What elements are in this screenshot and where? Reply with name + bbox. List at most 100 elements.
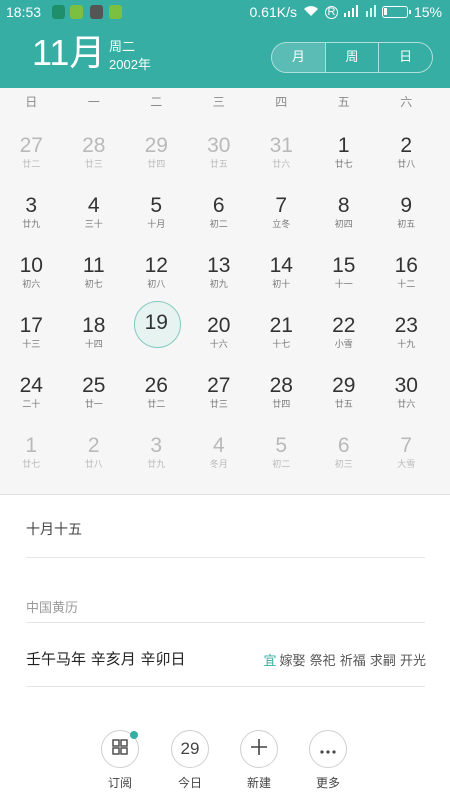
day-number: 7	[400, 434, 413, 457]
notification-icon	[109, 5, 122, 19]
battery-percent: 15%	[413, 4, 442, 20]
tab-week[interactable]: 周	[324, 43, 379, 72]
day-number: 1	[337, 134, 350, 157]
today-button[interactable]: 29 今日	[160, 730, 220, 791]
day-cell[interactable]: 6 初二	[188, 176, 251, 236]
lunar-day: 初四	[334, 220, 353, 230]
day-cell[interactable]: 25 廿一	[63, 356, 126, 416]
new-event-button[interactable]: 新建	[229, 730, 289, 791]
day-cell[interactable]: 1 廿七	[0, 416, 63, 476]
day-cell[interactable]: 6 初三	[313, 416, 376, 476]
day-cell[interactable]: 4 冬月	[188, 416, 251, 476]
day-cell[interactable]: 26 廿二	[125, 356, 188, 416]
day-cell[interactable]: 3 廿九	[125, 416, 188, 476]
weekday-header: 四	[275, 95, 288, 109]
subscribe-button[interactable]: 订阅	[90, 730, 150, 791]
lunar-day: 廿九	[147, 460, 166, 470]
notification-icon	[90, 5, 103, 19]
day-number: 2	[400, 134, 413, 157]
day-cell[interactable]: 16 十二	[375, 236, 438, 296]
lunar-day: 廿二	[147, 400, 166, 410]
day-cell[interactable]: 7 大雪	[375, 416, 438, 476]
lunar-day: 十二	[397, 280, 416, 290]
subscribe-circle	[101, 730, 139, 768]
day-cell[interactable]: 28 廿三	[63, 116, 126, 176]
day-cell[interactable]: 7 立冬	[250, 176, 313, 236]
weekday-header-row: 日 一 二 三 四 五 六	[0, 88, 450, 116]
day-cell[interactable]: 13 初九	[188, 236, 251, 296]
lunar-day: 初九	[209, 280, 228, 290]
status-time: 18:53	[6, 4, 42, 20]
day-cell[interactable]: 9 初五	[375, 176, 438, 236]
day-cell[interactable]: 3 廿九	[0, 176, 63, 236]
battery-icon	[381, 6, 411, 18]
divider	[26, 686, 425, 687]
day-cell[interactable]: 5 十月	[125, 176, 188, 236]
lunar-day: 初二	[272, 460, 291, 470]
lunar-day: 廿四	[147, 160, 166, 170]
almanac-yi[interactable]: 宜嫁娶 祭祀 祈福 求嗣 开光	[263, 650, 426, 669]
lunar-day: 十四	[84, 340, 103, 350]
day-cell[interactable]: 10 初六	[0, 236, 63, 296]
tab-day[interactable]: 日	[378, 43, 432, 72]
day-cell[interactable]: 17 十三	[0, 296, 63, 356]
lunar-day: 廿三	[209, 400, 228, 410]
day-cell[interactable]: 22 小雪	[313, 296, 376, 356]
current-month: 11月	[32, 32, 106, 73]
day-cell[interactable]: 21 十七	[250, 296, 313, 356]
weekday-header: 一	[87, 95, 100, 109]
day-cell[interactable]: 2 廿八	[375, 116, 438, 176]
tab-month[interactable]: 月	[272, 43, 325, 72]
day-cell[interactable]: 23 十九	[375, 296, 438, 356]
lunar-day: 十三	[22, 340, 41, 350]
day-cell[interactable]: 27 廿三	[188, 356, 251, 416]
notification-icon	[70, 5, 83, 19]
lunar-day: 初七	[84, 280, 103, 290]
day-cell[interactable]: 30 廿五	[188, 116, 251, 176]
grid-icon	[112, 739, 128, 759]
day-cell[interactable]: 5 初二	[250, 416, 313, 476]
month-grid: 日 一 二 三 四 五 六 27 廿二 28 廿三 29 廿四 30 廿五 31 廿六 1 廿七 2 廿八…	[0, 88, 450, 495]
day-cell[interactable]: 30 廿六	[375, 356, 438, 416]
day-cell[interactable]: 15 十一	[313, 236, 376, 296]
day-cell[interactable]: 28 廿四	[250, 356, 313, 416]
day-cell[interactable]: 2 廿八	[63, 416, 126, 476]
day-cell[interactable]: 1 廿七	[313, 116, 376, 176]
day-cell[interactable]: 31 廿六	[250, 116, 313, 176]
day-number: 22	[332, 314, 356, 337]
weekday-header: 日	[25, 95, 38, 109]
weeks-container: 27 廿二 28 廿三 29 廿四 30 廿五 31 廿六 1 廿七 2 廿八 3 廿九 4 三十 5 十月 6 初二 7 立…	[0, 116, 450, 476]
almanac-label: 中国黄历	[26, 601, 79, 616]
day-number: 8	[337, 194, 350, 217]
lunar-day: 十月	[147, 220, 166, 230]
notification-icon	[52, 5, 65, 19]
ganzhi-date: 壬午马年 辛亥月 辛卯日	[26, 650, 186, 668]
day-cell[interactable]: 24 二十	[0, 356, 63, 416]
day-cell[interactable]: 4 三十	[63, 176, 126, 236]
view-switcher: 月 周 日	[271, 42, 433, 73]
day-cell[interactable]: 12 初八	[125, 236, 188, 296]
day-cell[interactable]: 18 十四	[63, 296, 126, 356]
lunar-day: 廿五	[209, 160, 228, 170]
lunar-day: 廿九	[22, 220, 41, 230]
day-cell[interactable]: 29 廿四	[125, 116, 188, 176]
divider	[26, 557, 425, 558]
day-number: 30	[207, 134, 231, 157]
day-cell[interactable]: 14 初十	[250, 236, 313, 296]
lunar-day: 廿五	[334, 400, 353, 410]
lunar-day: 廿二	[22, 160, 41, 170]
day-cell[interactable]: 29 廿五	[313, 356, 376, 416]
lunar-day: 小雪	[334, 340, 353, 350]
lunar-day: 十九	[397, 340, 416, 350]
day-number: 30	[394, 374, 418, 397]
day-number: 6	[337, 434, 350, 457]
day-cell[interactable]: 11 初七	[63, 236, 126, 296]
network-speed: 0.61K/s	[249, 4, 297, 20]
day-cell-today[interactable]: 19十五	[125, 296, 188, 356]
day-cell[interactable]: 8 初四	[313, 176, 376, 236]
day-number: 29	[332, 374, 356, 397]
week-row: 3 廿九 4 三十 5 十月 6 初二 7 立冬 8 初四 9 初五	[0, 176, 450, 236]
day-cell[interactable]: 20 十六	[188, 296, 251, 356]
day-cell[interactable]: 27 廿二	[0, 116, 63, 176]
more-button[interactable]: 更多	[298, 730, 358, 791]
